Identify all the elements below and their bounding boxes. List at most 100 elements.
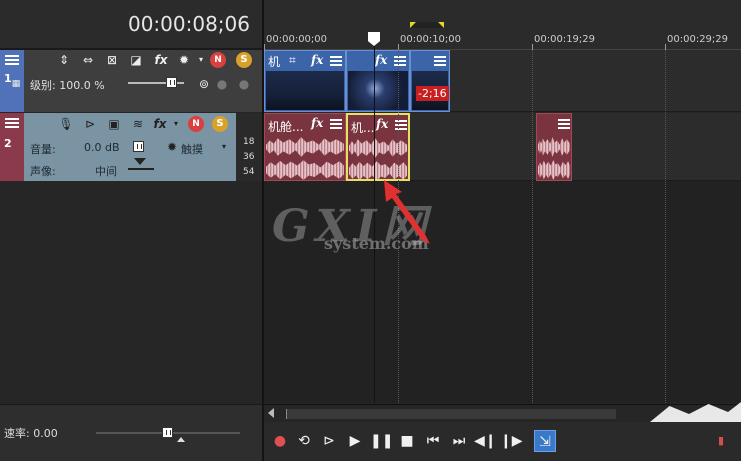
solo-track-icon[interactable]: S — [212, 116, 228, 132]
video-clip[interactable] — [410, 50, 450, 112]
ruler-label: 00:00:29;29 — [667, 34, 729, 45]
scroll-thumb[interactable] — [286, 409, 616, 419]
audio-waveform — [266, 137, 344, 157]
audio-clip[interactable] — [536, 113, 572, 181]
audio-track-lane[interactable]: 机舱... fx 机... fx — [264, 113, 741, 181]
fx-icon[interactable]: fx — [376, 117, 388, 131]
fx-icon[interactable]: fx — [375, 53, 387, 67]
clip-title: 机舱... — [268, 120, 304, 134]
video-track-icon: ▦ — [11, 79, 21, 89]
snap-icon[interactable]: ⇲ — [534, 430, 556, 452]
clip-menu-button[interactable] — [394, 118, 408, 130]
ruler-label: 00:00:19;29 — [534, 34, 596, 45]
clip-duration-badge: -2;16 — [416, 86, 449, 101]
scroll-left-arrow[interactable] — [268, 408, 274, 418]
pan-label: 声像: — [30, 165, 56, 178]
volume-slider-handle[interactable] — [133, 141, 144, 152]
track-number: 2 — [4, 137, 12, 150]
record-arm-icon[interactable]: 🎙 — [58, 116, 74, 132]
timeline-ruler[interactable]: 00:00:00;00 00:00:10;00 00:00:19;29 00:0… — [264, 0, 741, 50]
fx-icon[interactable]: fx — [311, 116, 323, 130]
next-frame-icon[interactable]: ❙▶ — [500, 430, 523, 452]
clip-menu-button[interactable] — [329, 54, 343, 66]
fx-icon[interactable]: fx — [311, 53, 323, 67]
pan-slider-handle[interactable] — [134, 158, 146, 165]
watermark: GXI网 system.com — [272, 190, 442, 280]
transport-bar: ● ⟲ ⊳ ▶ ❚❚ ■ ⏮ ⏭ ◀❙ ❙▶ ⇲ ▮ — [264, 422, 741, 461]
motion-icon[interactable]: ✹ — [176, 52, 192, 68]
prev-frame-icon[interactable]: ◀❙ — [474, 430, 497, 452]
timecode-panel: 00:00:08;06 — [0, 0, 262, 48]
chevron-down-icon[interactable]: ▾ — [168, 116, 184, 132]
video-clip[interactable]: 机 ⌗ fx — [264, 50, 346, 112]
end-marker-icon[interactable]: ▮ — [710, 430, 732, 452]
solo-track-icon[interactable]: S — [236, 52, 252, 68]
next-marker-icon[interactable]: ⏭ — [448, 430, 470, 452]
pan-slider-track[interactable] — [128, 168, 154, 170]
video-track-lane[interactable]: 机 ⌗ fx fx — [264, 50, 741, 112]
mute-icon[interactable]: ▣ — [106, 116, 122, 132]
mute-icon[interactable]: ⊠ — [104, 52, 120, 68]
audio-waveform — [266, 160, 344, 180]
loop-region-marker[interactable] — [410, 22, 444, 28]
track-menu-button[interactable] — [4, 116, 20, 130]
audio-clip[interactable]: 机舱... fx — [264, 113, 346, 181]
prev-marker-icon[interactable]: ⏮ — [422, 430, 444, 452]
chevron-down-icon[interactable]: ▾ — [216, 139, 232, 155]
composite-mode-icon[interactable]: ◪ — [128, 52, 144, 68]
input-icon[interactable]: ⊳ — [82, 116, 98, 132]
record-icon[interactable]: ● — [269, 430, 291, 452]
collapse-icon[interactable]: ⇔ — [80, 52, 96, 68]
level-slider-handle[interactable] — [166, 77, 177, 88]
volume-value[interactable]: 0.0 dB — [84, 141, 120, 154]
automation-icon[interactable]: ≋ — [130, 116, 146, 132]
volume-label: 音量: — [30, 143, 56, 156]
track-list-empty-area — [0, 181, 262, 403]
child-icon[interactable]: ● — [236, 76, 252, 92]
meter-label: 54 — [243, 167, 255, 177]
fx-icon[interactable]: fx — [152, 116, 168, 132]
video-clip[interactable]: fx — [346, 50, 410, 112]
clip-thumbnail — [266, 71, 344, 110]
clip-menu-button[interactable] — [329, 117, 343, 129]
play-from-start-icon[interactable]: ⊳ — [318, 430, 340, 452]
crop-icon[interactable]: ⌗ — [289, 53, 296, 68]
chevron-down-icon[interactable]: ▾ — [193, 52, 209, 68]
audio-track-header[interactable]: 2 🎙 ⊳ ▣ ≋ fx ▾ N S 音量: 0.0 dB ✹ 触摸 ▾ 声像:… — [0, 113, 262, 181]
stop-icon[interactable]: ■ — [396, 430, 418, 452]
clip-menu-button[interactable] — [557, 117, 571, 129]
ruler-label: 00:00:10;00 — [400, 34, 462, 45]
parent-icon[interactable]: ● — [214, 76, 230, 92]
meter-label: 36 — [243, 152, 255, 162]
level-label: 级别: 100.0 % — [30, 79, 105, 92]
play-icon[interactable]: ▶ — [344, 430, 366, 452]
fx-icon[interactable]: fx — [153, 52, 169, 68]
track-menu-button[interactable] — [4, 53, 20, 67]
selected-audio-clip[interactable]: 机... fx — [346, 113, 410, 181]
rate-slider-handle[interactable] — [162, 427, 173, 438]
video-track-color-bar: 1 ▦ — [0, 50, 24, 112]
grid-line — [532, 50, 533, 403]
pan-value[interactable]: 中间 — [95, 163, 117, 179]
watermark-domain: system.com — [324, 234, 429, 253]
gear-icon[interactable]: ✹ — [164, 139, 180, 155]
clip-menu-button[interactable] — [433, 54, 447, 66]
video-track-header[interactable]: 1 ▦ ⇕ ⇔ ⊠ ◪ fx ✹ ▾ N S 级别: 100.0 % ⊚ ● ● — [0, 50, 262, 112]
rate-label: 速率: 0.00 — [4, 427, 58, 440]
ruler-label: 00:00:00;00 — [266, 34, 328, 45]
loop-icon[interactable]: ⟲ — [293, 430, 315, 452]
compositing-icon[interactable]: ⊚ — [196, 76, 212, 92]
rate-panel: 速率: 0.00 — [0, 404, 262, 461]
meter-label: 18 — [243, 137, 255, 147]
clip-title: 机... — [351, 121, 375, 135]
grid-line — [665, 50, 666, 403]
audio-track-color-bar: 2 — [0, 113, 24, 181]
automation-mode-label[interactable]: 触摸 — [181, 141, 203, 157]
mute-track-icon[interactable]: N — [210, 52, 226, 68]
timecode-display[interactable]: 00:00:08;06 — [128, 12, 250, 36]
mute-track-icon[interactable]: N — [188, 116, 204, 132]
clip-menu-button[interactable] — [393, 54, 407, 66]
rate-center-marker — [177, 437, 185, 442]
expand-icon[interactable]: ⇕ — [56, 52, 72, 68]
pause-icon[interactable]: ❚❚ — [370, 430, 393, 452]
